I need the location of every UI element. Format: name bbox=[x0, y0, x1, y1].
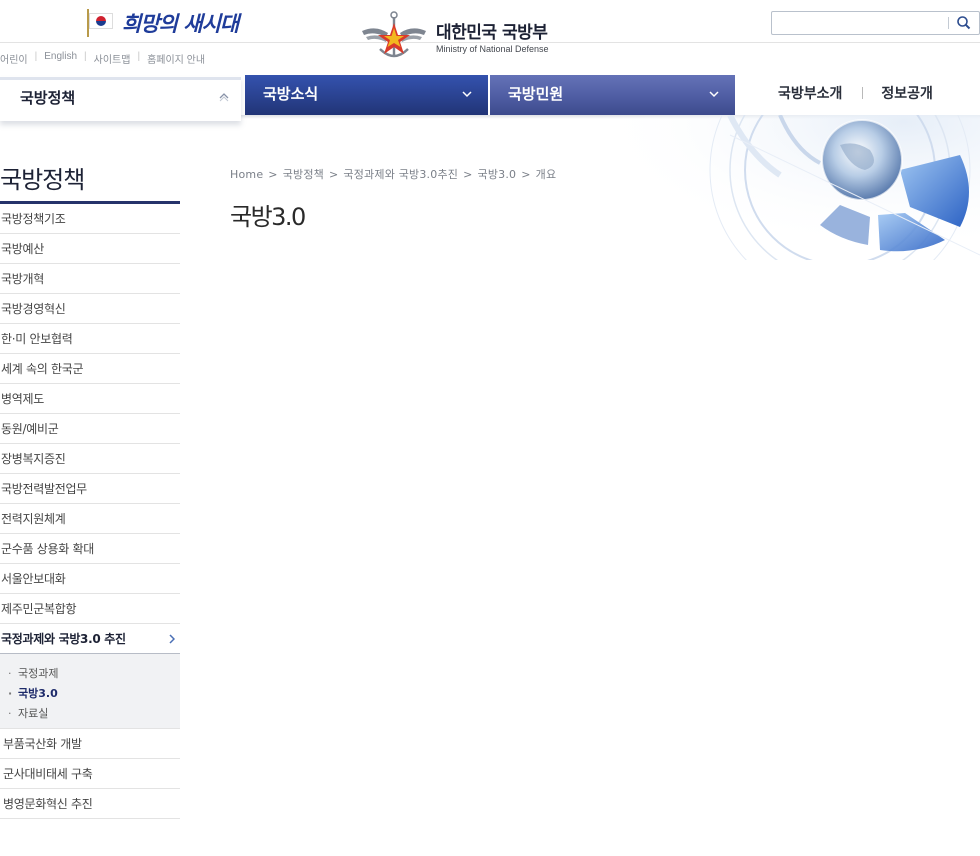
gnb-tab-label: 국방정책 bbox=[20, 89, 76, 107]
left-menu-item[interactable]: 부품국산화 개발 bbox=[0, 729, 180, 759]
util-link-english[interactable]: English bbox=[44, 51, 77, 66]
breadcrumb-separator: > bbox=[329, 168, 339, 181]
breadcrumb-separator: > bbox=[463, 168, 473, 181]
gnb-tab-policy[interactable]: 국방정책 bbox=[0, 77, 241, 121]
left-submenu-label: 국정과제 bbox=[18, 667, 59, 680]
breadcrumb-current: 개요 bbox=[535, 168, 557, 181]
left-menu-item[interactable]: 국방경영혁신 bbox=[0, 294, 180, 324]
util-link-guide[interactable]: 홈페이지 안내 bbox=[147, 51, 205, 66]
left-menu-item[interactable]: 군수품 상용화 확대 bbox=[0, 534, 180, 564]
mnd-emblem-icon bbox=[362, 11, 426, 58]
left-menu-active-label: 국정과제와 국방3.0 추진 bbox=[1, 632, 126, 646]
chevron-right-icon bbox=[169, 634, 175, 644]
slogan-banner[interactable]: 희망의 새시대 bbox=[84, 8, 239, 38]
left-menu-item[interactable]: 한·미 안보협력 bbox=[0, 324, 180, 354]
left-menu-title: 국방정책 bbox=[0, 160, 180, 204]
gnb-tab-civil[interactable]: 국방민원 bbox=[490, 75, 735, 115]
search-button[interactable] bbox=[954, 14, 974, 32]
left-submenu-item[interactable]: · 자료실 bbox=[8, 704, 180, 724]
logo-title-korean: 대한민국 국방부 bbox=[436, 23, 548, 43]
left-submenu-item[interactable]: · 국정과제 bbox=[8, 664, 180, 684]
left-submenu: · 국정과제 · 국방3.0 · 자료실 bbox=[0, 654, 180, 729]
left-menu-item[interactable]: 동원/예비군 bbox=[0, 414, 180, 444]
util-separator: | bbox=[84, 51, 87, 62]
bullet-icon: · bbox=[8, 667, 12, 680]
search-box bbox=[771, 11, 980, 35]
left-menu-item[interactable]: 병영문화혁신 추진 bbox=[0, 789, 180, 819]
left-menu-item[interactable]: 국방정책기조 bbox=[0, 204, 180, 234]
breadcrumb-item[interactable]: 국정과제와 국방3.0추진 bbox=[343, 168, 458, 181]
left-menu-item[interactable]: 국방예산 bbox=[0, 234, 180, 264]
chevron-down-icon bbox=[709, 91, 719, 98]
breadcrumb: Home > 국방정책 > 국정과제와 국방3.0추진 > 국방3.0 > 개요 bbox=[230, 166, 556, 182]
left-menu-item[interactable]: 장병복지증진 bbox=[0, 444, 180, 474]
util-link-kids[interactable]: 어린이 bbox=[0, 51, 28, 66]
gnb-separator bbox=[862, 87, 864, 99]
page-title: 국방3.0 bbox=[230, 203, 306, 231]
left-menu: 국방정책 국방정책기조 국방예산 국방개혁 국방경영혁신 한·미 안보협력 세계… bbox=[0, 160, 180, 819]
slogan-text: 희망의 새시대 bbox=[122, 11, 239, 36]
breadcrumb-separator: > bbox=[268, 168, 278, 181]
gnb-link-disclosure[interactable]: 정보공개 bbox=[881, 83, 933, 103]
site-logo[interactable]: 대한민국 국방부 Ministry of National Defense bbox=[360, 9, 549, 63]
left-menu-item[interactable]: 병역제도 bbox=[0, 384, 180, 414]
logo-title-english: Ministry of National Defense bbox=[436, 44, 549, 54]
bullet-icon: · bbox=[8, 707, 12, 720]
search-input[interactable] bbox=[774, 14, 944, 32]
breadcrumb-item[interactable]: 국방정책 bbox=[283, 168, 324, 181]
left-menu-item-active[interactable]: 국정과제와 국방3.0 추진 bbox=[0, 624, 180, 654]
left-menu-item[interactable]: 국방전력발전업무 bbox=[0, 474, 180, 504]
left-submenu-item-active[interactable]: · 국방3.0 bbox=[8, 684, 180, 704]
left-menu-item[interactable]: 전력지원체계 bbox=[0, 504, 180, 534]
search-divider bbox=[948, 17, 949, 29]
gnb-tab-news[interactable]: 국방소식 bbox=[245, 75, 488, 115]
gnb-tab-label: 국방소식 bbox=[263, 85, 319, 103]
site-header: 희망의 새시대 어린이 | English | 사이트맵 | 홈페이지 안내 대… bbox=[0, 0, 980, 75]
left-menu-item[interactable]: 제주민군복합항 bbox=[0, 594, 180, 624]
header-visual-globe bbox=[540, 115, 980, 260]
left-menu-item[interactable]: 서울안보대화 bbox=[0, 564, 180, 594]
search-icon bbox=[957, 16, 971, 30]
left-submenu-label: 국방3.0 bbox=[18, 687, 58, 700]
left-submenu-label: 자료실 bbox=[18, 707, 49, 720]
util-separator: | bbox=[34, 51, 38, 62]
left-menu-item[interactable]: 군사대비태세 구축 bbox=[0, 759, 180, 789]
chevron-down-icon bbox=[462, 91, 472, 98]
gnb-link-about[interactable]: 국방부소개 bbox=[778, 83, 842, 103]
gnb-right-links: 국방부소개 정보공개 bbox=[778, 83, 933, 103]
korean-flag-icon bbox=[84, 9, 114, 37]
utility-links: 어린이 | English | 사이트맵 | 홈페이지 안내 bbox=[0, 51, 205, 66]
breadcrumb-separator: > bbox=[521, 168, 531, 181]
gnb-tab-label: 국방민원 bbox=[508, 85, 564, 103]
main-navigation: 국방정책 국방소식 국방민원 국방부소개 정보공개 bbox=[0, 75, 980, 121]
bullet-icon: · bbox=[8, 687, 13, 700]
chevron-up-icon bbox=[219, 93, 229, 102]
util-link-sitemap[interactable]: 사이트맵 bbox=[94, 51, 131, 66]
left-menu-item[interactable]: 세계 속의 한국군 bbox=[0, 354, 180, 384]
left-menu-item[interactable]: 국방개혁 bbox=[0, 264, 180, 294]
breadcrumb-item[interactable]: 국방3.0 bbox=[478, 168, 517, 181]
util-separator: | bbox=[137, 51, 141, 62]
breadcrumb-home[interactable]: Home bbox=[230, 168, 263, 181]
